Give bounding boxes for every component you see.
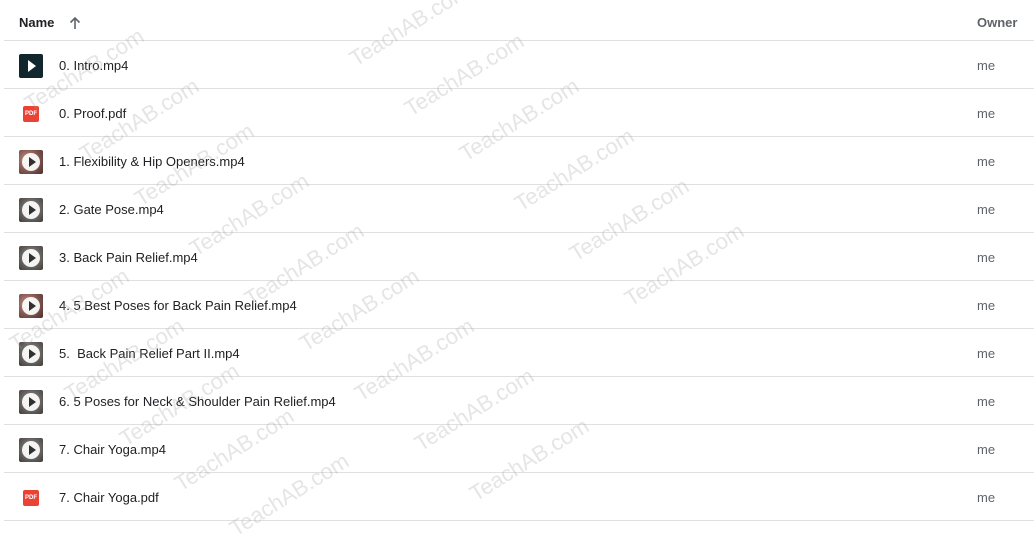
play-icon [22, 249, 40, 267]
pdf-icon: PDF [23, 106, 39, 122]
file-row[interactable]: PDF 7. Chair Yoga.pdf me [4, 473, 1034, 521]
file-owner: me [977, 394, 996, 409]
video-thumbnail [19, 294, 43, 318]
file-name[interactable]: 2. Gate Pose.mp4 [59, 202, 164, 217]
file-row[interactable]: PDF 0. Proof.pdf me [4, 89, 1034, 137]
pdf-icon: PDF [23, 490, 39, 506]
play-icon [22, 345, 40, 363]
file-row[interactable]: 6. 5 Poses for Neck & Shoulder Pain Reli… [4, 377, 1034, 425]
file-owner: me [977, 346, 996, 361]
play-icon [22, 201, 40, 219]
file-owner: me [977, 58, 996, 73]
play-icon [28, 60, 36, 72]
file-row[interactable]: 1. Flexibility & Hip Openers.mp4 me [4, 137, 1034, 185]
video-thumbnail [19, 342, 43, 366]
file-name[interactable]: 6. 5 Poses for Neck & Shoulder Pain Reli… [59, 394, 336, 409]
file-owner: me [977, 490, 996, 505]
list-header: Name Owner [4, 0, 1034, 41]
file-owner: me [977, 106, 996, 121]
file-name[interactable]: 1. Flexibility & Hip Openers.mp4 [59, 154, 245, 169]
video-thumbnail [19, 390, 43, 414]
arrow-up-icon[interactable] [68, 16, 82, 30]
video-thumbnail [19, 246, 43, 270]
file-row[interactable]: 0. Intro.mp4 me [4, 41, 1034, 89]
file-name[interactable]: 5. Back Pain Relief Part II.mp4 [59, 346, 240, 361]
video-thumbnail [19, 438, 43, 462]
file-name[interactable]: 0. Proof.pdf [59, 106, 126, 121]
file-row[interactable]: 4. 5 Best Poses for Back Pain Relief.mp4… [4, 281, 1034, 329]
sort-by-name-button[interactable]: Name [19, 15, 82, 30]
file-name[interactable]: 7. Chair Yoga.pdf [59, 490, 159, 505]
file-name[interactable]: 0. Intro.mp4 [59, 58, 128, 73]
file-row[interactable]: 7. Chair Yoga.mp4 me [4, 425, 1034, 473]
play-icon [22, 441, 40, 459]
play-icon [22, 153, 40, 171]
file-name[interactable]: 3. Back Pain Relief.mp4 [59, 250, 198, 265]
play-icon [22, 393, 40, 411]
file-owner: me [977, 154, 996, 169]
file-row[interactable]: 2. Gate Pose.mp4 me [4, 185, 1034, 233]
file-owner: me [977, 202, 996, 217]
file-name[interactable]: 4. 5 Best Poses for Back Pain Relief.mp4 [59, 298, 297, 313]
video-thumbnail [19, 54, 43, 78]
owner-column-label[interactable]: Owner [977, 15, 1017, 30]
file-row[interactable]: 3. Back Pain Relief.mp4 me [4, 233, 1034, 281]
video-thumbnail [19, 198, 43, 222]
play-icon [22, 297, 40, 315]
video-thumbnail [19, 150, 43, 174]
file-name[interactable]: 7. Chair Yoga.mp4 [59, 442, 166, 457]
name-column-label: Name [19, 15, 55, 30]
file-owner: me [977, 442, 996, 457]
file-owner: me [977, 250, 996, 265]
file-owner: me [977, 298, 996, 313]
file-list: Name Owner 0. Intro.mp4 me PDF 0. Proof.pdf… [4, 0, 1034, 521]
file-row[interactable]: 5. Back Pain Relief Part II.mp4 me [4, 329, 1034, 377]
